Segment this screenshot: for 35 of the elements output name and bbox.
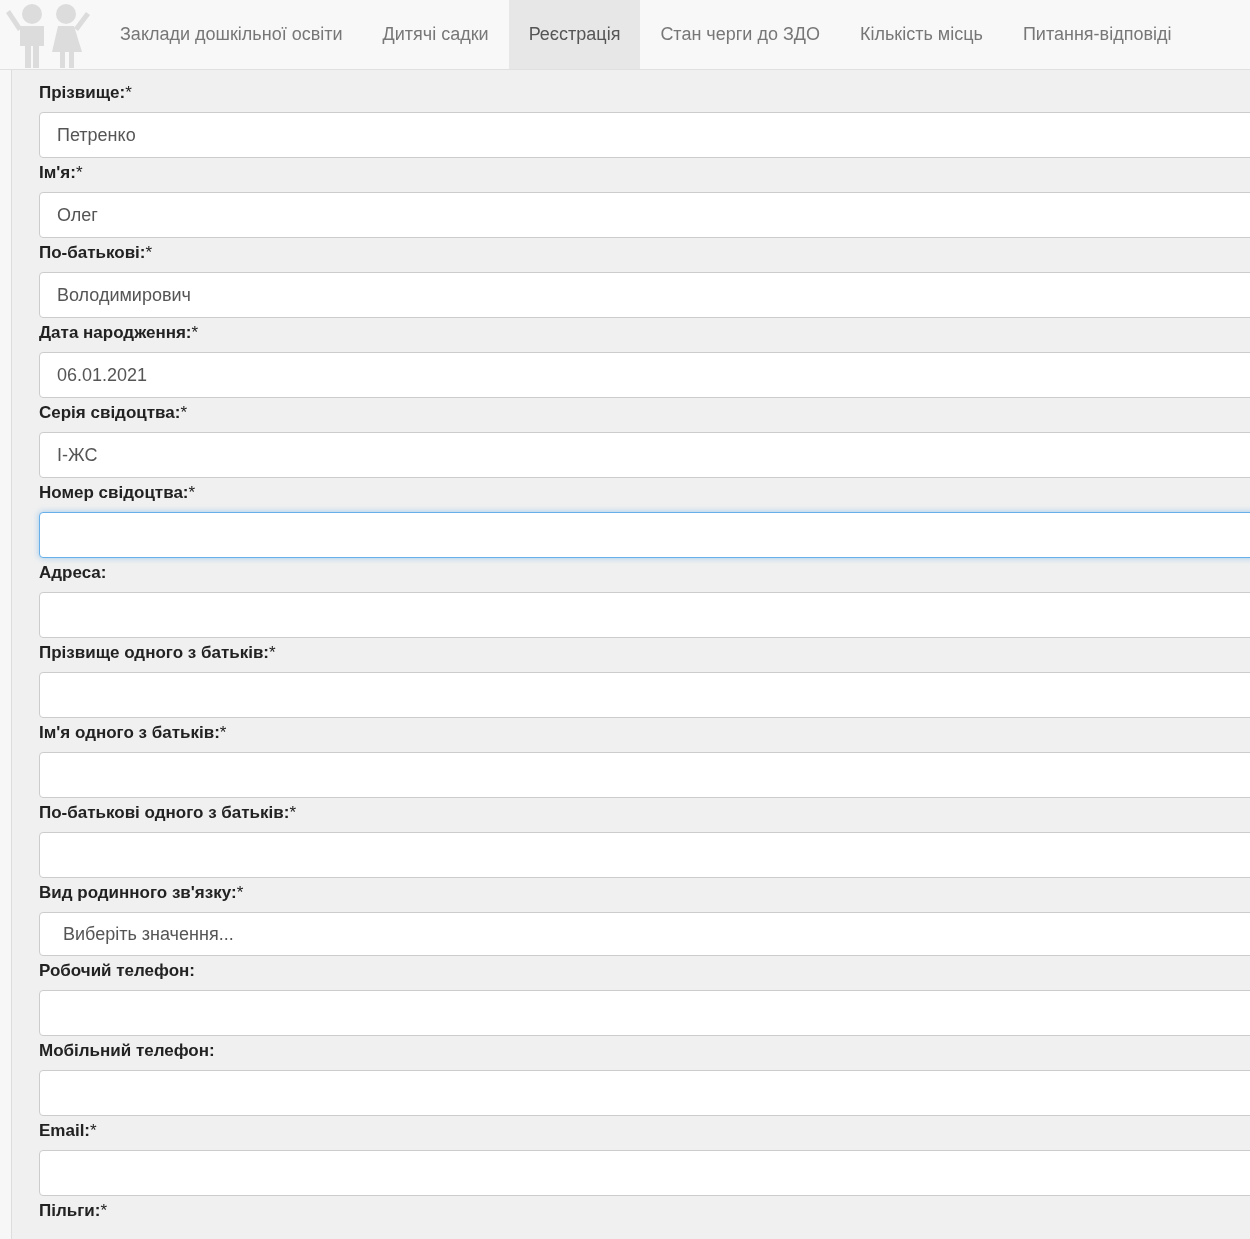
text-input-field[interactable]: Петренко: [39, 112, 1250, 158]
text-input-field[interactable]: 06.01.2021: [39, 352, 1250, 398]
nav-tab[interactable]: Реєстрація: [508, 0, 641, 69]
field-label: Прізвище:*: [39, 82, 133, 104]
field-label: Номер свідоцтва:*: [39, 482, 197, 504]
field-label: Серія свідоцтва:*: [39, 402, 189, 424]
field-label: Email:*: [39, 1120, 98, 1142]
nav-tab[interactable]: Кількість місць: [839, 0, 1003, 69]
text-input-field[interactable]: Олег: [39, 192, 1250, 238]
nav-tab[interactable]: Дитячі садки: [362, 0, 509, 69]
field-label: По-батькові:*: [39, 242, 154, 264]
field-label: Прізвище одного з батьків:*: [39, 642, 277, 664]
text-input-field[interactable]: [39, 752, 1250, 798]
text-input-field[interactable]: [39, 592, 1250, 638]
nav-tab[interactable]: Питання-відповіді: [1002, 0, 1192, 69]
text-input-field[interactable]: [39, 512, 1250, 558]
field-label: Ім'я одного з батьків:*: [39, 722, 228, 744]
nav-tab[interactable]: Стан черги до ЗДО: [640, 0, 840, 69]
text-input-field[interactable]: [39, 832, 1250, 878]
field-label: Робочий телефон:: [39, 960, 197, 982]
field-label: Дата народження:*: [39, 322, 200, 344]
text-input-field[interactable]: [39, 1070, 1250, 1116]
field-label: Мобільний телефон:: [39, 1040, 216, 1062]
field-label: По-батькові одного з батьків:*: [39, 802, 297, 824]
nav-tab[interactable]: Заклади дошкільної освіти: [100, 0, 363, 69]
field-label: Пільги:*: [39, 1200, 108, 1222]
text-input-field[interactable]: [39, 1150, 1250, 1196]
field-label: Адреса:: [39, 562, 108, 584]
field-label: Вид родинного зв'язку:*: [39, 882, 245, 904]
text-input-field[interactable]: Володимирович: [39, 272, 1250, 318]
field-label: Ім'я:*: [39, 162, 84, 184]
text-input-field[interactable]: [39, 672, 1250, 718]
text-input-field[interactable]: І-ЖС: [39, 432, 1250, 478]
text-input-field[interactable]: [39, 990, 1250, 1036]
select-dropdown[interactable]: Виберіть значення...: [39, 912, 1250, 956]
